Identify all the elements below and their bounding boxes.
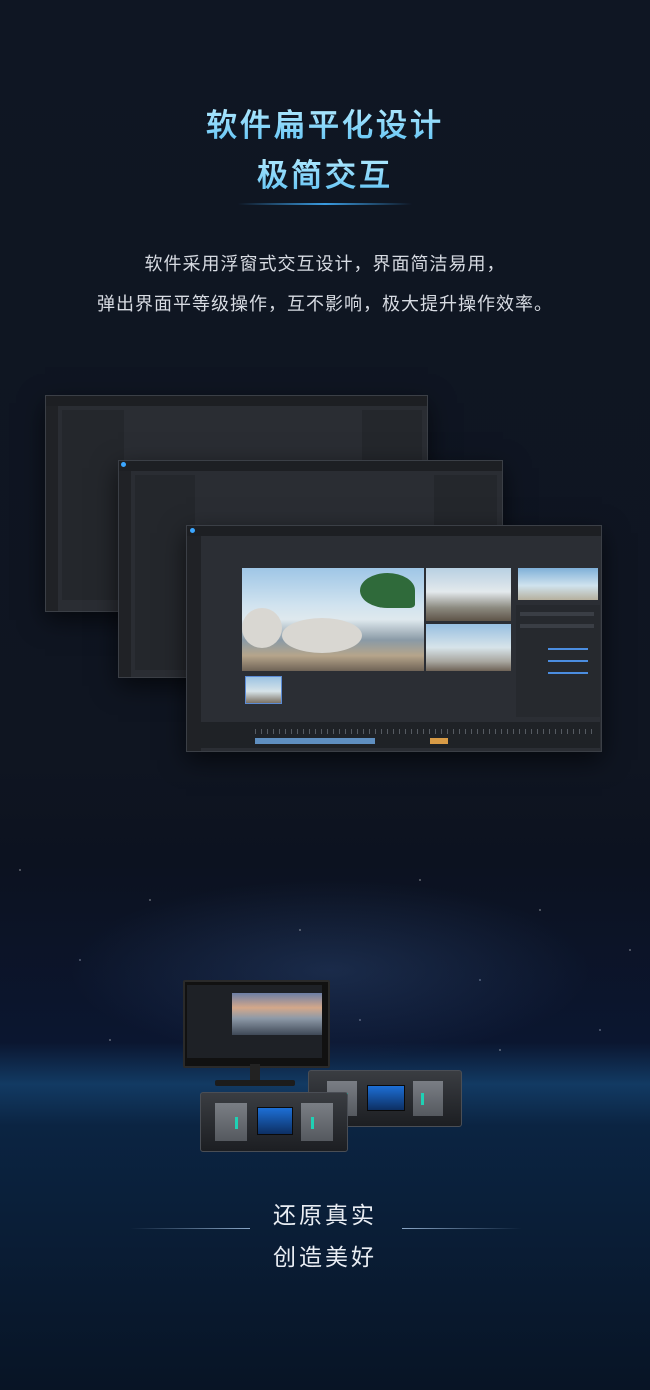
server-side-panel <box>413 1081 443 1116</box>
slogan-line-2: 创造美好 <box>273 1245 377 1271</box>
server-screen <box>257 1107 293 1135</box>
heading-line-1: 软件扁平化设计 <box>0 100 650 145</box>
description-line-2: 弹出界面平等级操作，互不影响，极大提升操作效率。 <box>97 294 553 315</box>
timeline-clip <box>430 738 448 744</box>
preview-thumbnail <box>426 624 511 671</box>
monitor-screen-image <box>232 993 322 1035</box>
property-slider <box>548 672 588 674</box>
timeline-panel <box>200 722 600 748</box>
app-window-icon <box>121 462 126 467</box>
property-slider <box>548 648 588 650</box>
preview-thumbnail <box>426 568 511 621</box>
asset-thumbnail <box>245 676 282 704</box>
server-led <box>235 1117 238 1129</box>
rock-shape <box>242 608 282 648</box>
left-panel <box>62 410 124 600</box>
timeline-clip <box>255 738 375 744</box>
window-titlebar <box>46 396 427 406</box>
properties-thumbnail <box>518 568 598 600</box>
property-slider <box>548 660 588 662</box>
window-titlebar <box>119 461 502 471</box>
server-led <box>421 1093 424 1105</box>
server-side-panel <box>301 1103 333 1141</box>
window-toolbar-side <box>119 471 131 677</box>
heading-underline <box>238 203 412 205</box>
promo-page: 软件扁平化设计 极简交互 软件采用浮窗式交互设计，界面简洁易用， 弹出界面平等级… <box>0 0 650 1390</box>
window-toolbar-side <box>46 406 58 611</box>
property-row <box>520 624 594 628</box>
server-screen <box>367 1085 405 1111</box>
description-line-1: 软件采用浮窗式交互设计，界面简洁易用， <box>144 254 506 275</box>
rock-shape <box>282 618 362 653</box>
scene-viewport <box>242 568 424 671</box>
server-icon <box>200 1092 348 1152</box>
monitor-base <box>215 1080 295 1086</box>
app-window-icon <box>190 528 195 533</box>
window-titlebar <box>187 526 601 536</box>
slogan-line-1: 还原真实 <box>273 1203 377 1229</box>
heading-line-2: 极简交互 <box>0 150 650 195</box>
server-led <box>311 1117 314 1129</box>
timeline-ruler <box>255 729 595 734</box>
property-row <box>520 612 594 616</box>
server-side-panel <box>215 1103 247 1141</box>
window-toolbar-side <box>187 536 201 751</box>
palm-shape <box>360 573 415 608</box>
